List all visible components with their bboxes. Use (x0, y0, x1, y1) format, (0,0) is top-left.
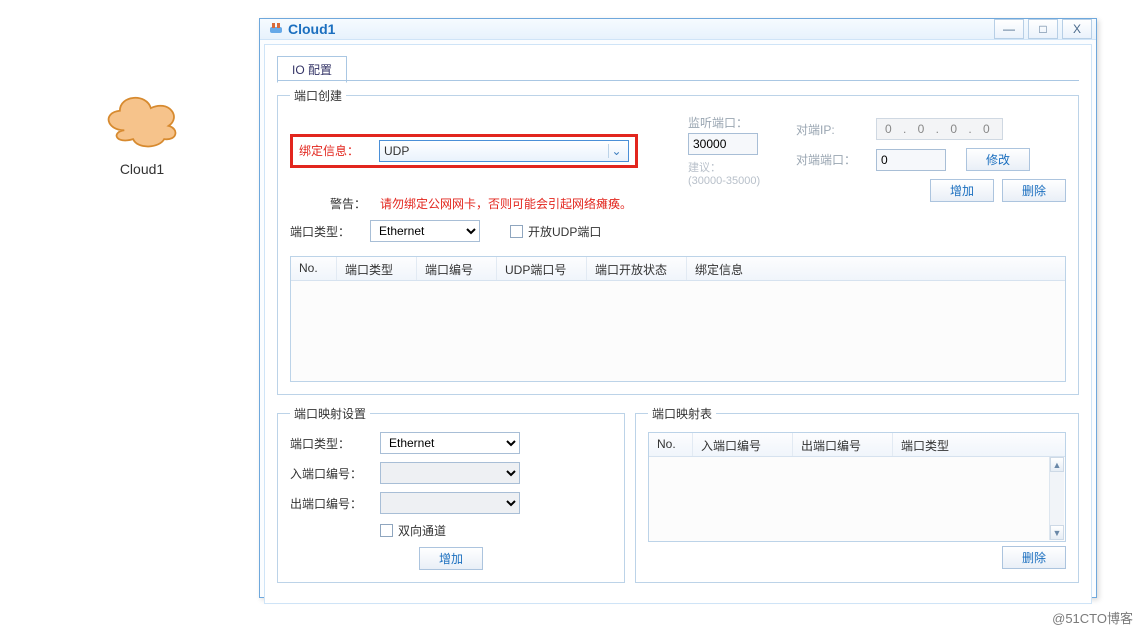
open-udp-label: 开放UDP端口 (528, 223, 601, 240)
mcol-no[interactable]: No. (649, 433, 693, 456)
modify-button[interactable]: 修改 (966, 148, 1030, 171)
port-type-select[interactable]: Ethernet (370, 220, 480, 242)
titlebar[interactable]: Cloud1 — □ X (260, 19, 1096, 40)
fieldset-port-map-set: 端口映射设置 端口类型： Ethernet 入端口编号： 出端口编号： (277, 405, 625, 583)
fieldset-port-create: 端口创建 绑定信息： UDP ⌄ 监听端口： (277, 87, 1079, 395)
window-title: Cloud1 (288, 21, 990, 37)
cloud-label: Cloud1 (82, 161, 202, 177)
cloud-node[interactable]: Cloud1 (82, 86, 202, 177)
port-type-label: 端口类型： (290, 223, 370, 240)
map-table: No. 入端口编号 出端口编号 端口类型 ▲ ▼ (648, 432, 1066, 542)
bidir-checkbox[interactable] (380, 524, 393, 537)
scroll-down-icon[interactable]: ▼ (1050, 525, 1064, 540)
col-no[interactable]: No. (291, 257, 337, 280)
col-openstat[interactable]: 端口开放状态 (587, 257, 687, 280)
bidir-label: 双向通道 (398, 522, 446, 539)
watermark: @51CTO博客 (1052, 608, 1133, 627)
bind-info-highlight: 绑定信息： UDP ⌄ (290, 134, 638, 168)
minimize-button[interactable]: — (994, 19, 1024, 39)
scroll-up-icon[interactable]: ▲ (1050, 457, 1064, 472)
col-bindinfo[interactable]: 绑定信息 (687, 257, 1065, 280)
peer-ip-value[interactable]: 0 . 0 . 0 . 0 (876, 118, 1003, 140)
suggest-label: 建议： (688, 159, 721, 175)
out-port-select[interactable] (380, 492, 520, 514)
config-window: Cloud1 — □ X IO 配置 端口创建 绑定信息： UDP ⌄ (259, 18, 1097, 598)
listen-port-label: 监听端口： (688, 114, 748, 131)
fieldset-port-map-table: 端口映射表 No. 入端口编号 出端口编号 端口类型 ▲ ▼ 删除 (635, 405, 1079, 583)
chevron-down-icon: ⌄ (608, 144, 624, 158)
tab-io-config[interactable]: IO 配置 (277, 56, 347, 83)
in-port-select[interactable] (380, 462, 520, 484)
app-icon (268, 21, 284, 37)
suggest-value: (30000-35000) (688, 175, 760, 187)
peer-port-input[interactable] (876, 149, 946, 171)
mcol-type[interactable]: 端口类型 (893, 433, 1065, 456)
bind-info-label: 绑定信息： (299, 142, 379, 159)
legend-map-set: 端口映射设置 (290, 405, 370, 422)
open-udp-checkbox[interactable] (510, 225, 523, 238)
port-table-header: No. 端口类型 端口编号 UDP端口号 端口开放状态 绑定信息 (291, 257, 1065, 281)
bind-info-value: UDP (384, 144, 608, 158)
listen-port-input[interactable] (688, 133, 758, 155)
mcol-in[interactable]: 入端口编号 (693, 433, 793, 456)
out-port-label: 出端口编号： (290, 495, 380, 512)
legend-map-table: 端口映射表 (648, 405, 716, 422)
scrollbar[interactable]: ▲ ▼ (1049, 457, 1064, 540)
bind-info-dropdown[interactable]: UDP ⌄ (379, 140, 629, 162)
maximize-button[interactable]: □ (1028, 19, 1058, 39)
close-button[interactable]: X (1062, 19, 1092, 39)
in-port-label: 入端口编号： (290, 465, 380, 482)
col-udpnum[interactable]: UDP端口号 (497, 257, 587, 280)
map-delete-button[interactable]: 删除 (1002, 546, 1066, 569)
peer-ip-label: 对端IP: (796, 121, 876, 138)
map-port-type-select[interactable]: Ethernet (380, 432, 520, 454)
delete-button[interactable]: 删除 (1002, 179, 1066, 202)
add-button[interactable]: 增加 (930, 179, 994, 202)
warn-label: 警告： (330, 195, 380, 212)
col-type[interactable]: 端口类型 (337, 257, 417, 280)
map-add-button[interactable]: 增加 (419, 547, 483, 570)
warn-text: 请勿绑定公网网卡，否则可能会引起网络瘫痪。 (380, 195, 632, 212)
mcol-out[interactable]: 出端口编号 (793, 433, 893, 456)
map-table-header: No. 入端口编号 出端口编号 端口类型 (649, 433, 1065, 457)
col-num[interactable]: 端口编号 (417, 257, 497, 280)
map-port-type-label: 端口类型： (290, 435, 380, 452)
legend-port-create: 端口创建 (290, 87, 346, 104)
peer-port-label: 对端端口： (796, 151, 876, 168)
cloud-icon (97, 86, 187, 148)
port-table: No. 端口类型 端口编号 UDP端口号 端口开放状态 绑定信息 (290, 256, 1066, 382)
